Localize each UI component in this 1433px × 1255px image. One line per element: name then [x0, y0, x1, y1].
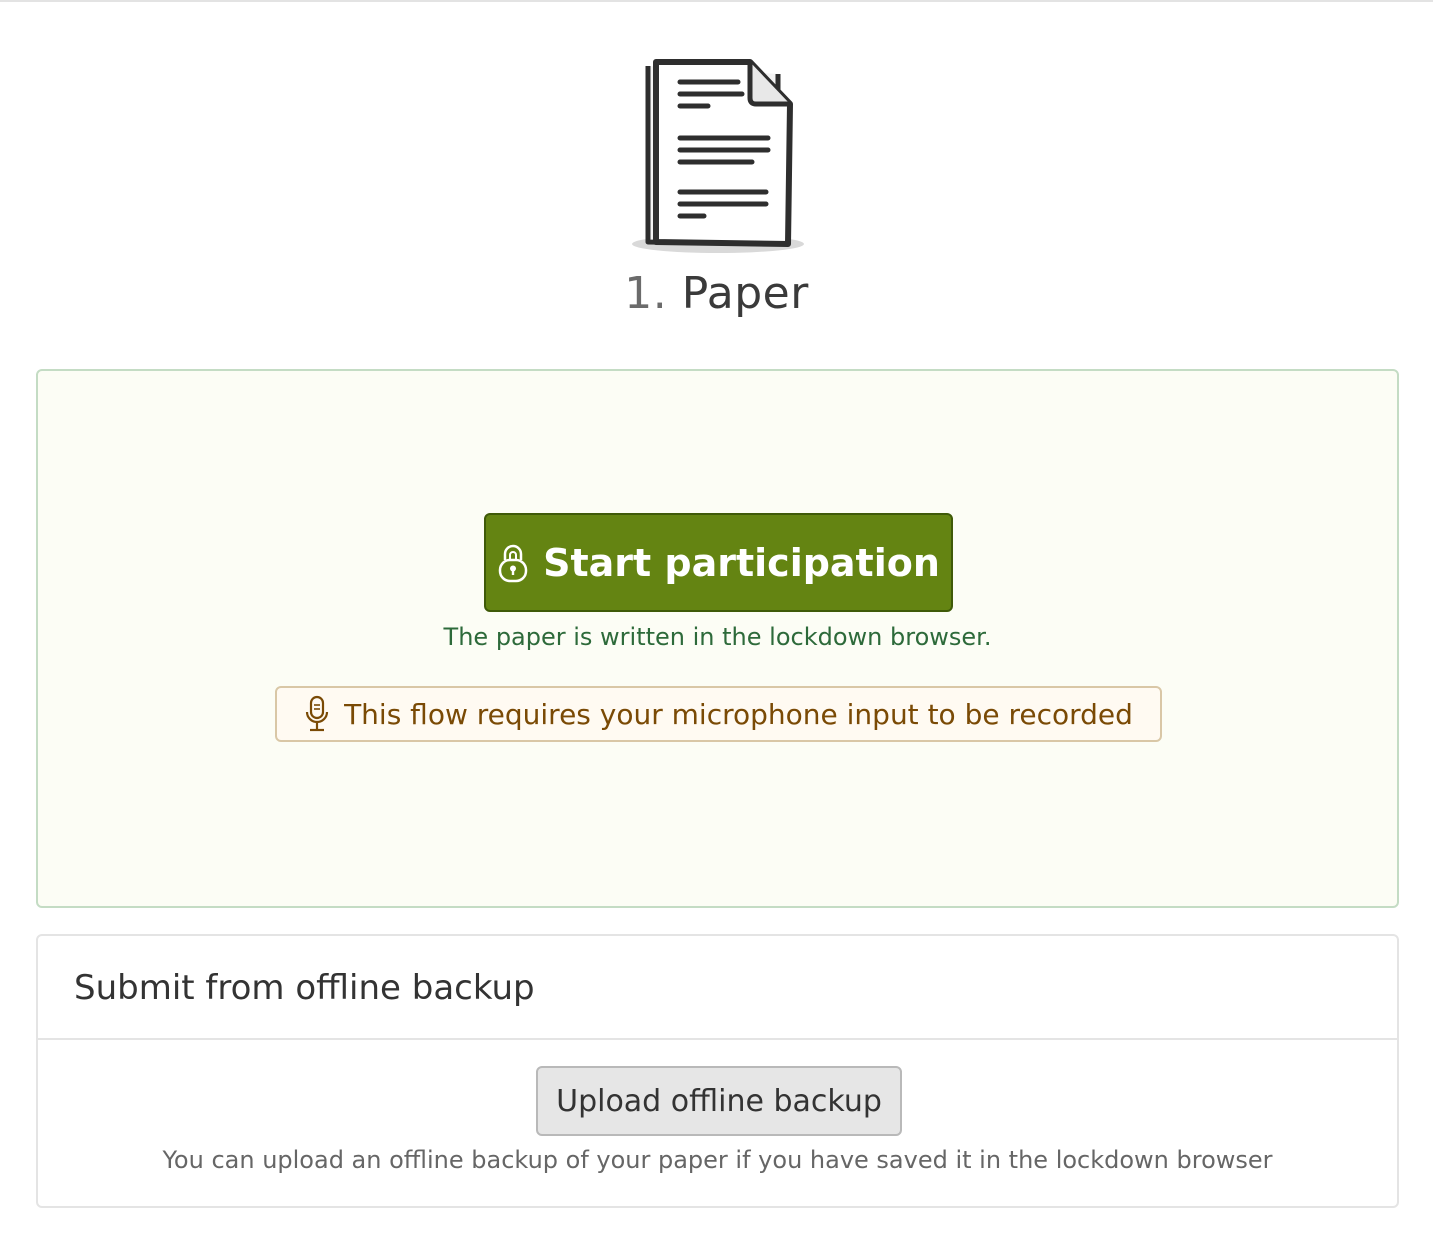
microphone-notice-text: This flow requires your microphone input…	[344, 697, 1133, 731]
upload-offline-backup-button[interactable]: Upload offline backup	[536, 1066, 902, 1136]
title-number: 1.	[624, 268, 668, 319]
title-text: Paper	[681, 268, 809, 319]
microphone-icon	[305, 695, 329, 732]
upload-help-text: You can upload an offline backup of your…	[162, 1146, 1273, 1174]
start-participation-button[interactable]: Start participation	[484, 513, 953, 612]
offline-backup-card: Submit from offline backup Upload offlin…	[36, 934, 1399, 1208]
start-participation-label: Start participation	[543, 540, 940, 585]
lock-icon	[498, 544, 528, 582]
paper-document-icon	[632, 59, 804, 253]
participation-panel: Start participation The paper is written…	[36, 369, 1399, 908]
offline-backup-header: Submit from offline backup	[38, 936, 1397, 1040]
microphone-notice: This flow requires your microphone input…	[275, 686, 1162, 742]
paper-page: 1. Paper Start participation The paper i…	[0, 0, 1433, 1255]
lockdown-note: The paper is written in the lockdown bro…	[443, 623, 992, 651]
offline-backup-title: Submit from offline backup	[74, 968, 535, 1008]
page-title: 1. Paper	[0, 264, 1433, 324]
